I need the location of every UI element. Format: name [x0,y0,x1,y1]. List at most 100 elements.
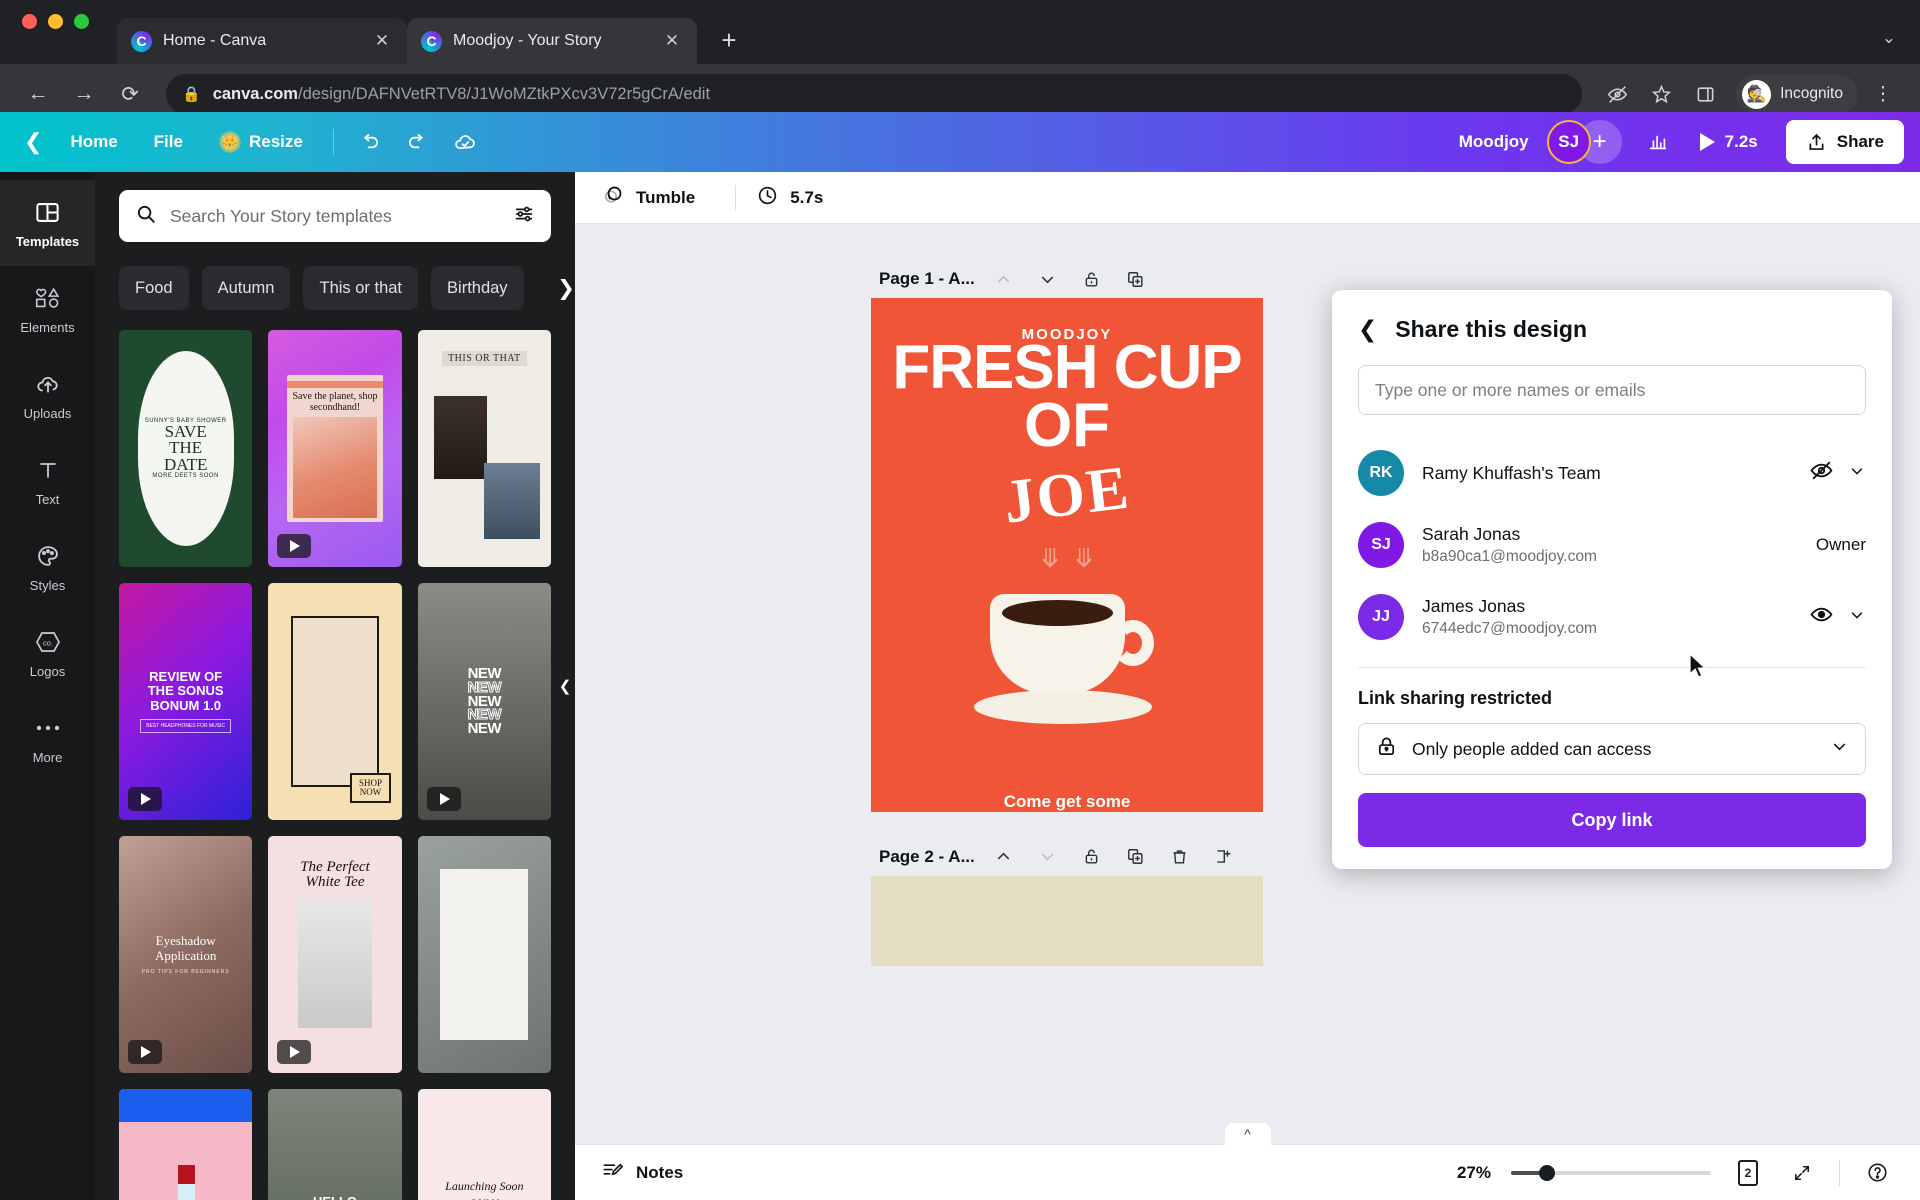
notes-button[interactable]: Notes [601,1159,683,1187]
trash-icon[interactable] [1165,842,1195,872]
design-canvas-page-1[interactable]: MOODJOY FRESH CUP OF JOE ⤋ ⤋ Come get som… [871,298,1263,812]
pages-icon[interactable]: 2 [1731,1156,1765,1190]
chevron-down-icon[interactable] [1033,842,1063,872]
template-title: The Perfect White Tee [300,858,370,890]
star-icon[interactable] [1642,75,1680,113]
close-icon[interactable]: ✕ [661,30,683,52]
chevron-down-icon[interactable] [1848,462,1866,485]
eye-off-icon[interactable] [1598,75,1636,113]
chevron-up-icon[interactable] [989,842,1019,872]
template-card[interactable] [417,836,551,1074]
three-dot-menu-icon[interactable]: ⋮ [1864,75,1902,113]
help-question-icon[interactable] [1860,1156,1894,1190]
resize-button[interactable]: 👑 Resize [203,121,319,163]
template-card[interactable]: HELLOSPRING [268,1089,402,1200]
chevron-down-icon[interactable] [1830,737,1849,761]
logos-hexagon-icon: co. [34,627,62,657]
chip-food[interactable]: Food [119,266,189,310]
duplicate-icon[interactable] [1121,264,1151,294]
side-panel-icon[interactable] [1686,75,1724,113]
file-menu-button[interactable]: File [138,121,199,163]
sidebar-item-logos[interactable]: co. Logos [0,610,95,696]
back-icon[interactable]: ❮ [1358,316,1377,343]
link-access-select[interactable]: Only people added can access [1358,723,1866,775]
cloud-check-icon[interactable] [444,121,488,163]
browser-tab-0[interactable]: C Home - Canva ✕ [117,18,407,64]
new-tab-button[interactable]: + [709,20,749,60]
undo-icon[interactable] [348,121,392,163]
copy-link-button[interactable]: Copy link [1358,793,1866,847]
template-card[interactable]: SHOP NOW [268,583,402,821]
template-card[interactable]: REVIEW OF THE SONUS BONUM 1.0 BEST HEADPHO… [119,583,253,821]
template-card[interactable]: Launching Soon ONLY 0 3 [417,1089,551,1200]
expand-icon[interactable] [1785,1156,1819,1190]
share-member-row[interactable]: SJ Sarah Jonas b8a90ca1@moodjoy.com Owne… [1358,509,1866,581]
add-page-icon[interactable] [1209,842,1239,872]
collapse-panel-button[interactable]: ❮ [554,649,576,723]
home-button[interactable]: Home [54,121,133,163]
search-bar[interactable]: Search Your Story templates [119,190,551,242]
zoom-slider-knob[interactable] [1539,1164,1555,1181]
member-info: Sarah Jonas b8a90ca1@moodjoy.com [1422,524,1798,566]
forward-icon[interactable]: → [64,74,104,114]
sidebar-item-uploads[interactable]: Uploads [0,352,95,438]
member-permission[interactable] [1809,458,1866,488]
template-card[interactable]: The Perfect White Tee [268,836,402,1074]
share-member-row[interactable]: JJ James Jonas 6744edc7@moodjoy.com [1358,581,1866,653]
avatar[interactable]: SJ [1546,120,1591,164]
close-window-button[interactable] [22,13,37,29]
chevron-down-icon[interactable]: ⌄ [1882,28,1896,48]
sidebar-item-styles[interactable]: Styles [0,524,95,610]
chevron-down-icon[interactable] [1033,264,1063,294]
zoom-slider[interactable] [1511,1164,1711,1181]
share-button[interactable]: Share [1785,120,1904,164]
lock-icon: 🔒 [182,86,201,103]
back-icon[interactable]: ← [18,74,58,114]
sidebar-item-more[interactable]: More [0,696,95,782]
animation-button[interactable]: Tumble [601,183,715,212]
sidebar-item-templates[interactable]: Templates [0,180,95,266]
redo-icon[interactable] [396,121,440,163]
sidebar-item-elements[interactable]: Elements [0,266,95,352]
design-canvas-page-2[interactable] [871,875,1263,966]
template-card[interactable]: SUNNY'S BABY SHOWER SAVE THE DATE MORE DEE… [119,330,253,568]
duration-button[interactable]: 5.7s [756,184,843,212]
eye-off-icon[interactable] [1809,458,1834,488]
bar-chart-icon[interactable] [1636,121,1680,163]
template-card[interactable]: Eyeshadow Application PRO TIPS FOR BEGINN… [119,836,253,1074]
template-card[interactable] [119,1089,253,1200]
filter-sliders-icon[interactable] [513,203,535,230]
preview-play-button[interactable]: 7.2s [1684,121,1774,163]
template-card[interactable]: NEW NEW NEW NEW NEW [417,583,551,821]
minimize-window-button[interactable] [48,13,63,29]
template-card[interactable]: Save the planet, shop secondhand! [268,330,402,568]
reload-icon[interactable]: ⟳ [110,74,150,114]
unlock-icon[interactable] [1077,842,1107,872]
member-permission[interactable] [1809,602,1866,632]
maximize-window-button[interactable] [74,13,89,29]
template-card[interactable]: THIS OR THAT [417,330,551,568]
unlock-icon[interactable] [1077,264,1107,294]
chevron-down-icon[interactable] [1848,606,1866,629]
chevron-up-icon[interactable] [989,264,1019,294]
eye-icon[interactable] [1809,602,1834,632]
share-member-row[interactable]: RK Ramy Khuffash's Team [1358,437,1866,509]
tumble-icon [601,183,625,212]
chip-this-or-that[interactable]: This or that [303,266,419,310]
template-title: SAVE THE DATE [163,422,208,474]
duplicate-icon[interactable] [1121,842,1151,872]
address-bar[interactable]: 🔒 canva.com/design/DAFNVetRTV8/J1WoMZtkP… [166,74,1583,114]
browser-tab-1[interactable]: C Moodjoy - Your Story ✕ [407,18,697,64]
close-icon[interactable]: ✕ [371,30,393,52]
chip-birthday[interactable]: Birthday [431,266,524,310]
scroll-up-button[interactable]: ^ [1224,1123,1271,1145]
back-to-home-icon[interactable]: ❮ [16,121,50,163]
zoom-level[interactable]: 27% [1457,1163,1491,1183]
share-recipients-input[interactable]: Type one or more names or emails [1358,365,1866,415]
chip-autumn[interactable]: Autumn [201,266,291,310]
sidebar-item-text[interactable]: Text [0,438,95,524]
profile-chip-incognito[interactable]: 🕵 Incognito [1736,75,1858,113]
divider [735,184,737,211]
template-title: REVIEW OF THE SONUS BONUM 1.0 [147,669,224,713]
search-input[interactable]: Search Your Story templates [170,206,500,227]
